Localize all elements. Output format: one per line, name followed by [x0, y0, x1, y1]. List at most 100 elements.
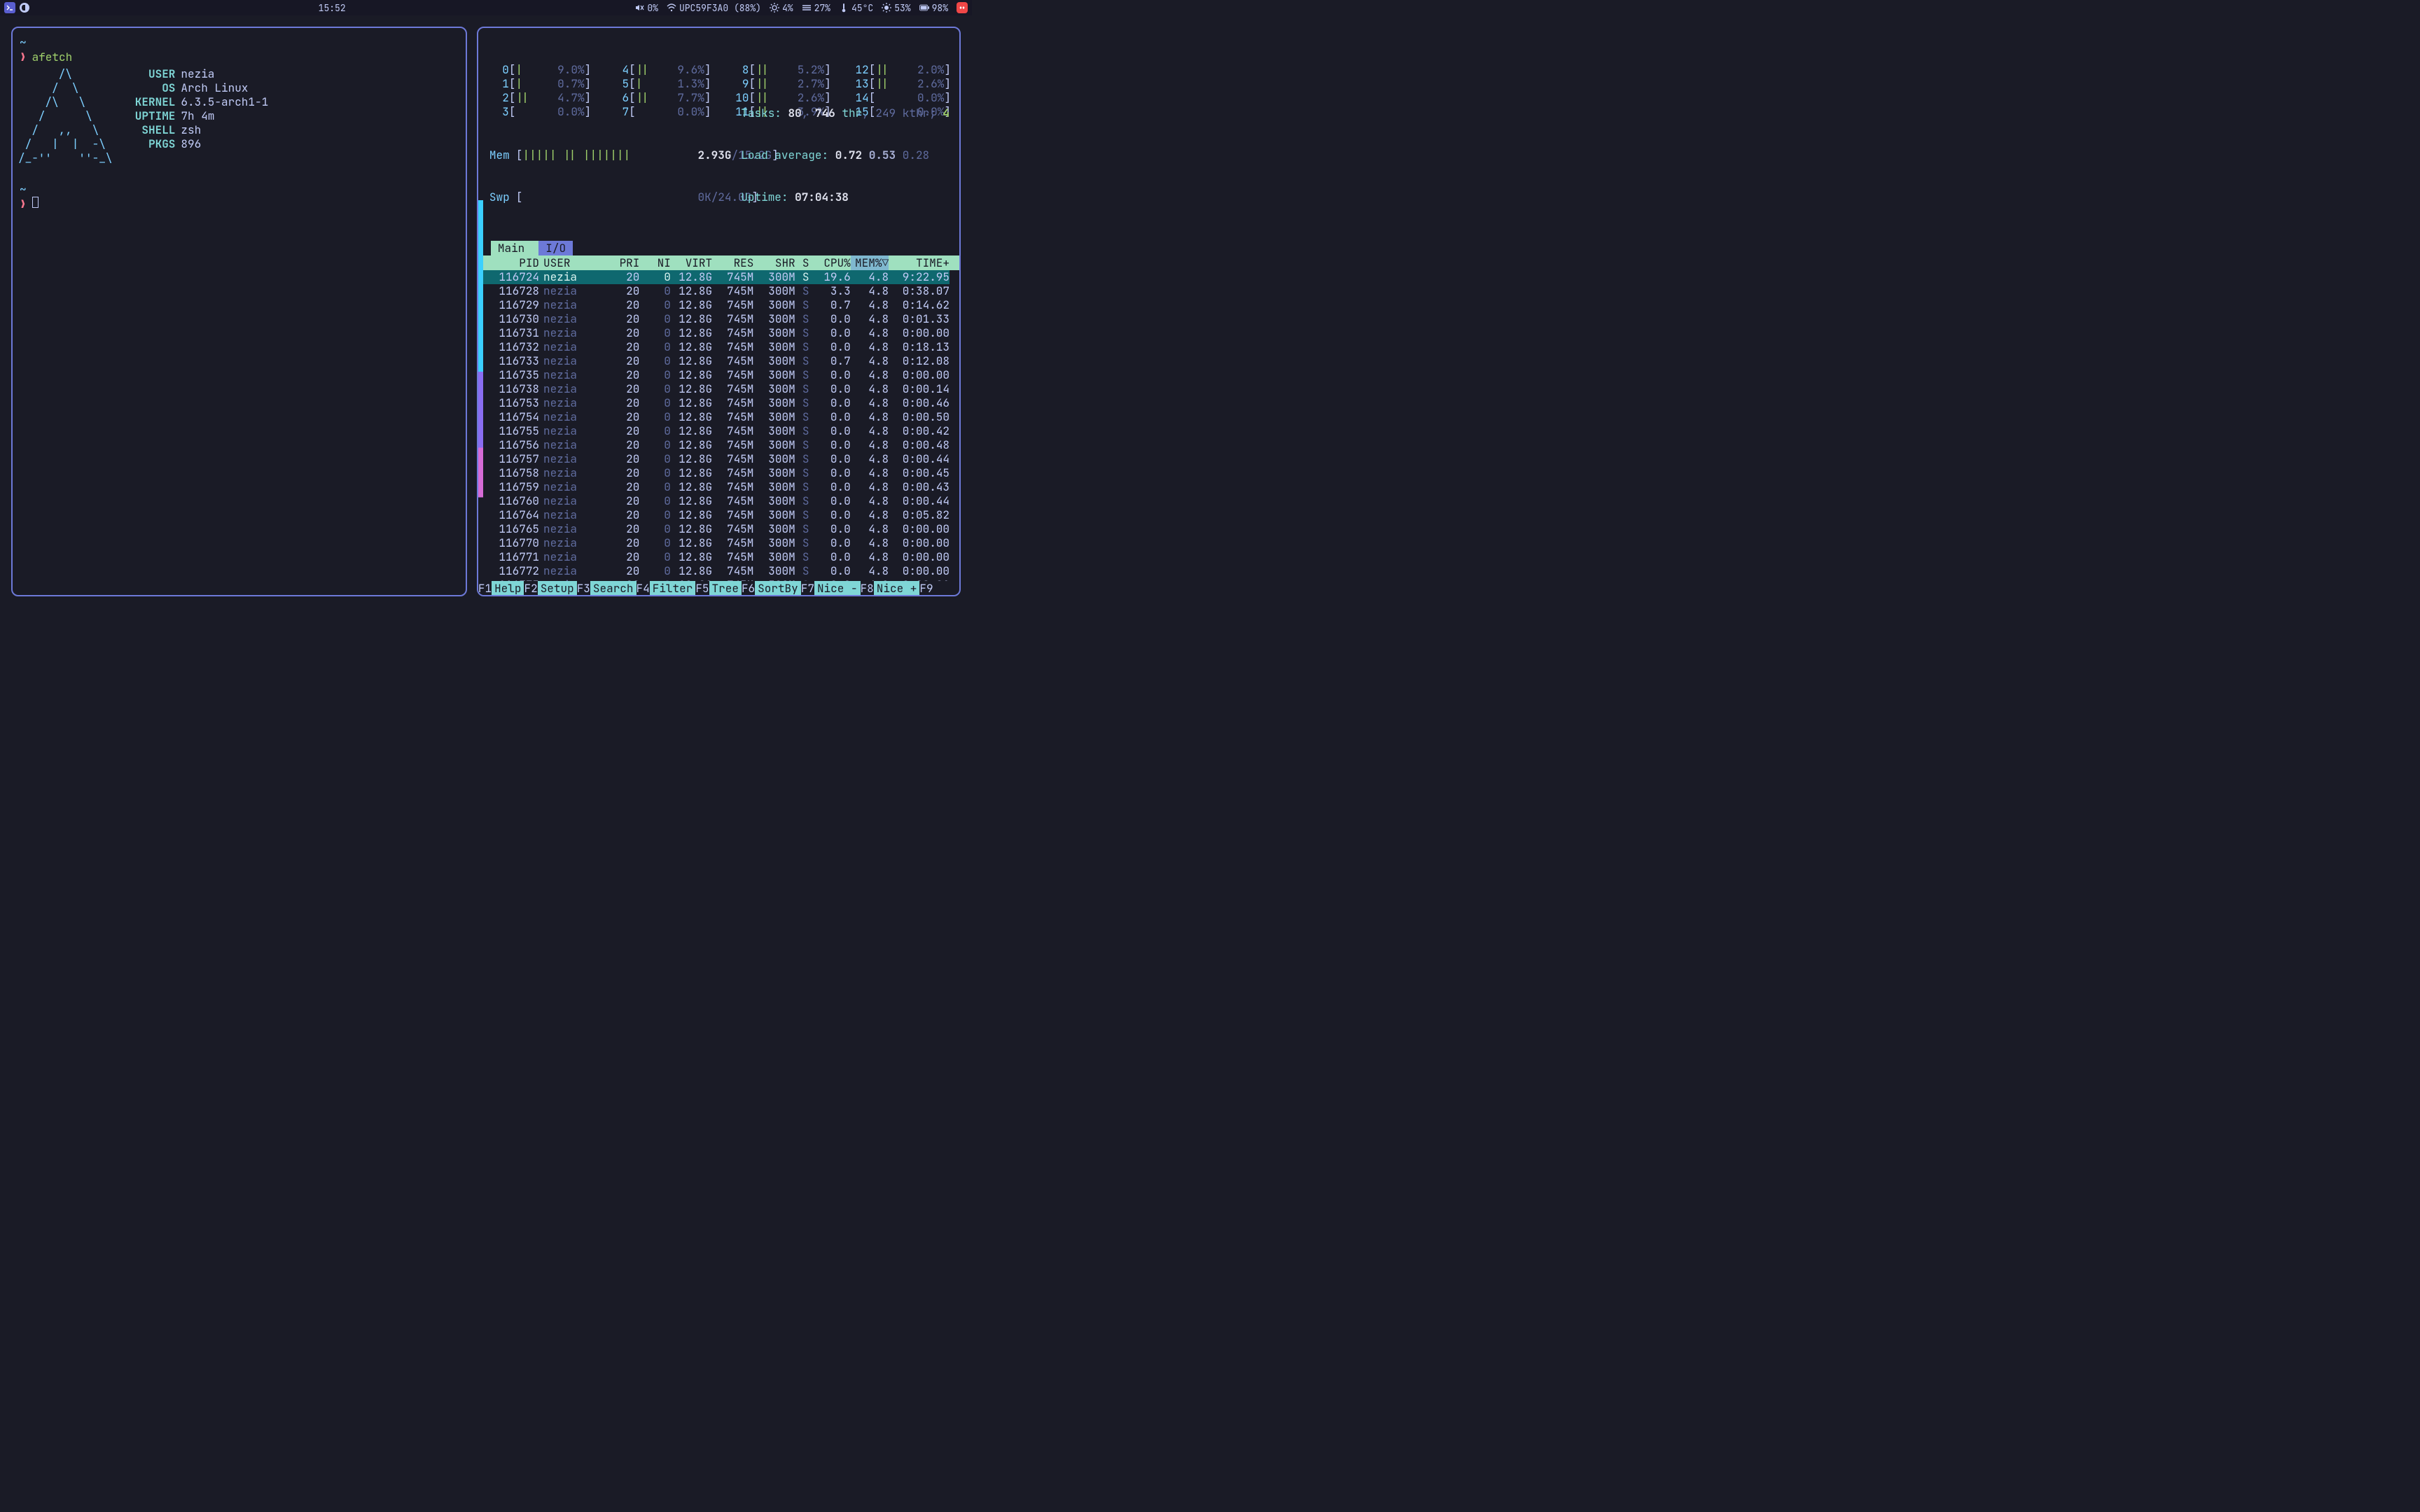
afetch-value: nezia — [175, 66, 214, 81]
battery-icon — [919, 3, 929, 13]
afetch-key: UPTIME — [126, 109, 175, 123]
process-row[interactable]: 116733nezia20012.8G745M300MS0.74.80:12.0… — [478, 354, 950, 368]
afetch-value: 6.3.5-arch1-1 — [175, 94, 268, 109]
column-header-mem[interactable]: MEM%▽ — [851, 255, 889, 270]
fkey-f2[interactable]: F2 — [524, 581, 537, 595]
process-row[interactable]: 116771nezia20012.8G745M300MS0.04.80:00.0… — [478, 550, 950, 564]
volume-value: 0% — [647, 2, 658, 14]
process-row[interactable]: 116730nezia20012.8G745M300MS0.04.80:01.3… — [478, 312, 950, 326]
swp-label: Swp — [489, 190, 516, 204]
process-row[interactable]: 116755nezia20012.8G745M300MS0.04.80:00.4… — [478, 424, 950, 438]
wifi-indicator[interactable]: UPC59F3A0 (88%) — [667, 2, 761, 14]
ram-indicator[interactable]: 27% — [802, 2, 830, 14]
htop-scrollbar[interactable] — [478, 200, 483, 581]
process-row[interactable]: 116756nezia20012.8G745M300MS0.04.80:00.4… — [478, 438, 950, 452]
htop-footer: F1Help F2Setup F3SearchF4FilterF5Tree F6… — [478, 581, 959, 595]
cpu-meter: 0[|9.0%] — [489, 63, 591, 77]
process-row[interactable]: 116757nezia20012.8G745M300MS0.04.80:00.4… — [478, 452, 950, 466]
afetch-value: 896 — [175, 136, 201, 151]
process-row[interactable]: 116731nezia20012.8G745M300MS0.04.80:00.0… — [478, 326, 950, 340]
faction-setup[interactable]: Setup — [538, 581, 577, 595]
brightness-indicator[interactable]: 53% — [882, 2, 910, 14]
discord-tray-icon[interactable] — [957, 2, 968, 13]
thermometer-icon — [839, 3, 849, 13]
fkey-f5[interactable]: F5 — [695, 581, 709, 595]
tab-main[interactable]: Main — [491, 241, 531, 255]
fkey-f1[interactable]: F1 — [478, 581, 492, 595]
cpu-meter: 1[|0.7%] — [489, 77, 591, 91]
process-list[interactable]: 116724nezia20012.8G745M300MS19.64.89:22.… — [478, 270, 959, 581]
process-row[interactable]: 116738nezia20012.8G745M300MS0.04.80:00.1… — [478, 382, 950, 396]
prompt-tilde-line: ~ — [17, 35, 461, 50]
terminal-htop[interactable]: 0[|9.0%]1[|0.7%]2[||4.7%]3[0.0%]4[||9.6%… — [477, 27, 961, 596]
process-row[interactable]: 116758nezia20012.8G745M300MS0.04.80:00.4… — [478, 466, 950, 480]
workspace: ~ ❯ afetch /\ / \ /\ \ / \ / ,, \ / | | … — [0, 15, 972, 608]
process-row[interactable]: 116735nezia20012.8G745M300MS0.04.80:00.0… — [478, 368, 950, 382]
column-header-s[interactable]: S — [795, 255, 809, 270]
volume-indicator[interactable]: 0% — [634, 2, 658, 14]
battery-value: 98% — [932, 2, 948, 14]
column-header-cpu[interactable]: CPU% — [809, 255, 850, 270]
topbar: 15:52 0% UPC59F3A0 (88%) 4% 27% — [0, 0, 972, 15]
cpu-indicator[interactable]: 4% — [770, 2, 793, 14]
cpu-value: 4% — [782, 2, 793, 14]
fkey-f7[interactable]: F7 — [801, 581, 814, 595]
cpu-meter: 4[||9.6%] — [609, 63, 711, 77]
process-row[interactable]: 116760nezia20012.8G745M300MS0.04.80:00.4… — [478, 494, 950, 508]
fkey-f4[interactable]: F4 — [637, 581, 650, 595]
cpu-meter: 8[||5.2%] — [729, 63, 830, 77]
process-row[interactable]: 116728nezia20012.8G745M300MS3.34.80:38.0… — [478, 284, 950, 298]
fkey-f3[interactable]: F3 — [577, 581, 590, 595]
faction-tree[interactable]: Tree — [709, 581, 742, 595]
column-header-virt[interactable]: VIRT — [671, 255, 712, 270]
htop-column-header[interactable]: PIDUSERPRINIVIRTRESSHRSCPU%MEM%▽TIME+ — [478, 255, 959, 270]
column-header-res[interactable]: RES — [712, 255, 753, 270]
terminal-icon[interactable] — [4, 2, 15, 13]
temp-value: 45°C — [851, 2, 873, 14]
topbar-clock[interactable]: 15:52 — [36, 2, 627, 14]
firefox-icon[interactable] — [20, 3, 29, 13]
wifi-icon — [667, 3, 676, 13]
faction-sortby[interactable]: SortBy — [755, 581, 801, 595]
faction-filter[interactable]: Filter — [650, 581, 696, 595]
faction-nice--[interactable]: Nice - — [814, 581, 861, 595]
faction-nice-+[interactable]: Nice + — [874, 581, 920, 595]
faction-search[interactable]: Search — [590, 581, 637, 595]
cpu-meter: 2[||4.7%] — [489, 91, 591, 105]
htop-summary: Tasks: 80, 746 thr, 249 kthr; 4 Load ave… — [687, 92, 950, 218]
column-header-time[interactable]: TIME+ — [889, 255, 950, 270]
cpu-meter: 12[||2.0%] — [849, 63, 951, 77]
prompt-cursor-line[interactable]: ❯ — [17, 197, 461, 211]
volume-mute-icon — [634, 3, 644, 13]
afetch-key: USER — [126, 67, 175, 81]
brightness-value: 53% — [894, 2, 910, 14]
fkey-f8[interactable]: F8 — [861, 581, 874, 595]
process-row[interactable]: 116764nezia20012.8G745M300MS0.04.80:05.8… — [478, 508, 950, 522]
process-row[interactable]: 116770nezia20012.8G745M300MS0.04.80:00.0… — [478, 536, 950, 550]
afetch-value: zsh — [175, 122, 201, 137]
column-header-pri[interactable]: PRI — [580, 255, 639, 270]
process-row[interactable]: 116759nezia20012.8G745M300MS0.04.80:00.4… — [478, 480, 950, 494]
process-row[interactable]: 116724nezia20012.8G745M300MS19.64.89:22.… — [478, 270, 950, 284]
mem-label: Mem — [489, 148, 516, 162]
column-header-user[interactable]: USER — [539, 255, 580, 270]
process-row[interactable]: 116732nezia20012.8G745M300MS0.04.80:18.1… — [478, 340, 950, 354]
battery-indicator[interactable]: 98% — [919, 2, 948, 14]
brightness-icon — [882, 3, 891, 13]
process-row[interactable]: 116772nezia20012.8G745M300MS0.04.80:00.0… — [478, 564, 950, 578]
tab-io[interactable]: I/O — [538, 241, 573, 255]
process-row[interactable]: 116753nezia20012.8G745M300MS0.04.80:00.4… — [478, 396, 950, 410]
column-header-ni[interactable]: NI — [639, 255, 670, 270]
faction-help[interactable]: Help — [492, 581, 524, 595]
fkey-f6[interactable]: F6 — [742, 581, 755, 595]
terminal-afetch[interactable]: ~ ❯ afetch /\ / \ /\ \ / \ / ,, \ / | | … — [11, 27, 467, 596]
process-row[interactable]: 116754nezia20012.8G745M300MS0.04.80:00.5… — [478, 410, 950, 424]
process-row[interactable]: 116729nezia20012.8G745M300MS0.74.80:14.6… — [478, 298, 950, 312]
column-header-shr[interactable]: SHR — [753, 255, 795, 270]
process-row[interactable]: 116765nezia20012.8G745M300MS0.04.80:00.0… — [478, 522, 950, 536]
htop-tabs: Main I/O — [478, 241, 959, 255]
fkey-f9[interactable]: F9 — [919, 581, 933, 595]
afetch-key: OS — [126, 81, 175, 95]
column-header-pid[interactable]: PID — [491, 255, 539, 270]
temp-indicator[interactable]: 45°C — [839, 2, 873, 14]
